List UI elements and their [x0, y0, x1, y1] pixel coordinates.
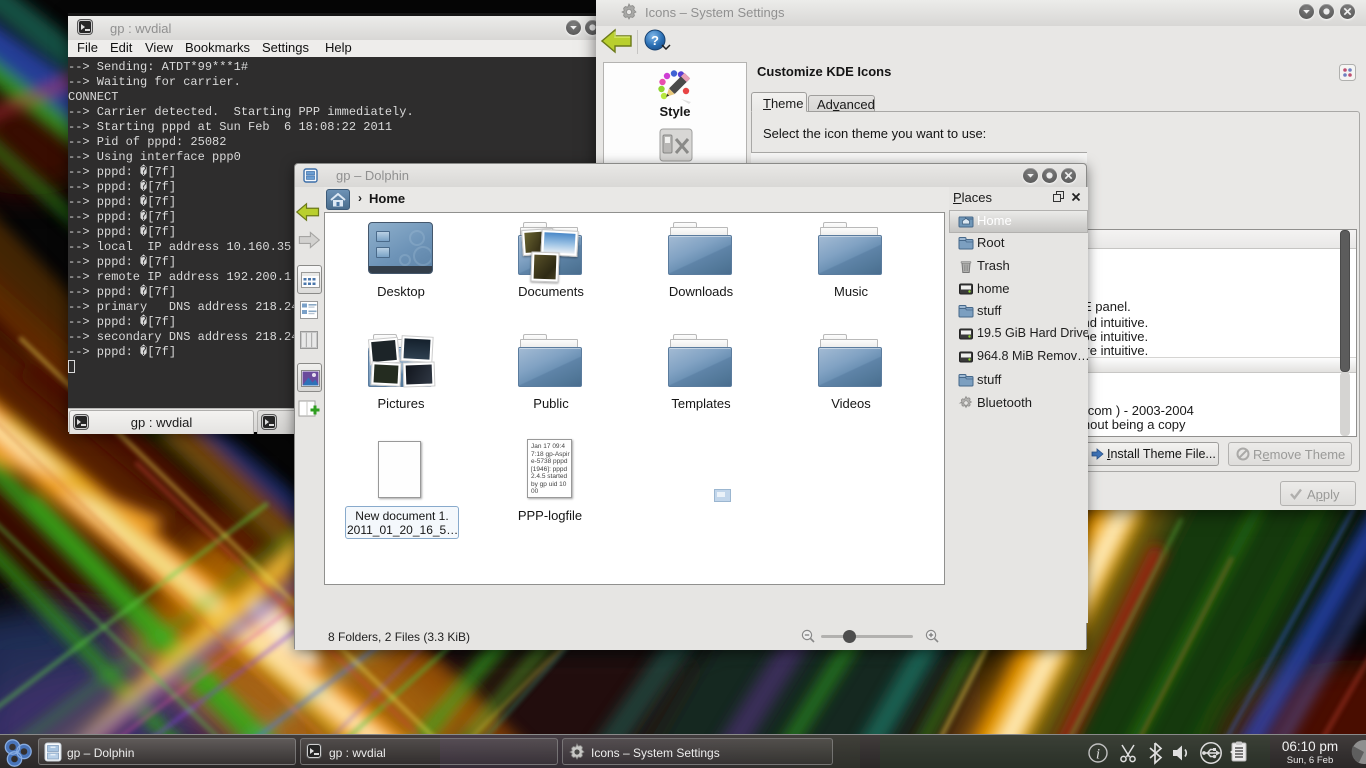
svg-text:?: ? [651, 33, 659, 48]
svg-text:i: i [1096, 747, 1100, 763]
